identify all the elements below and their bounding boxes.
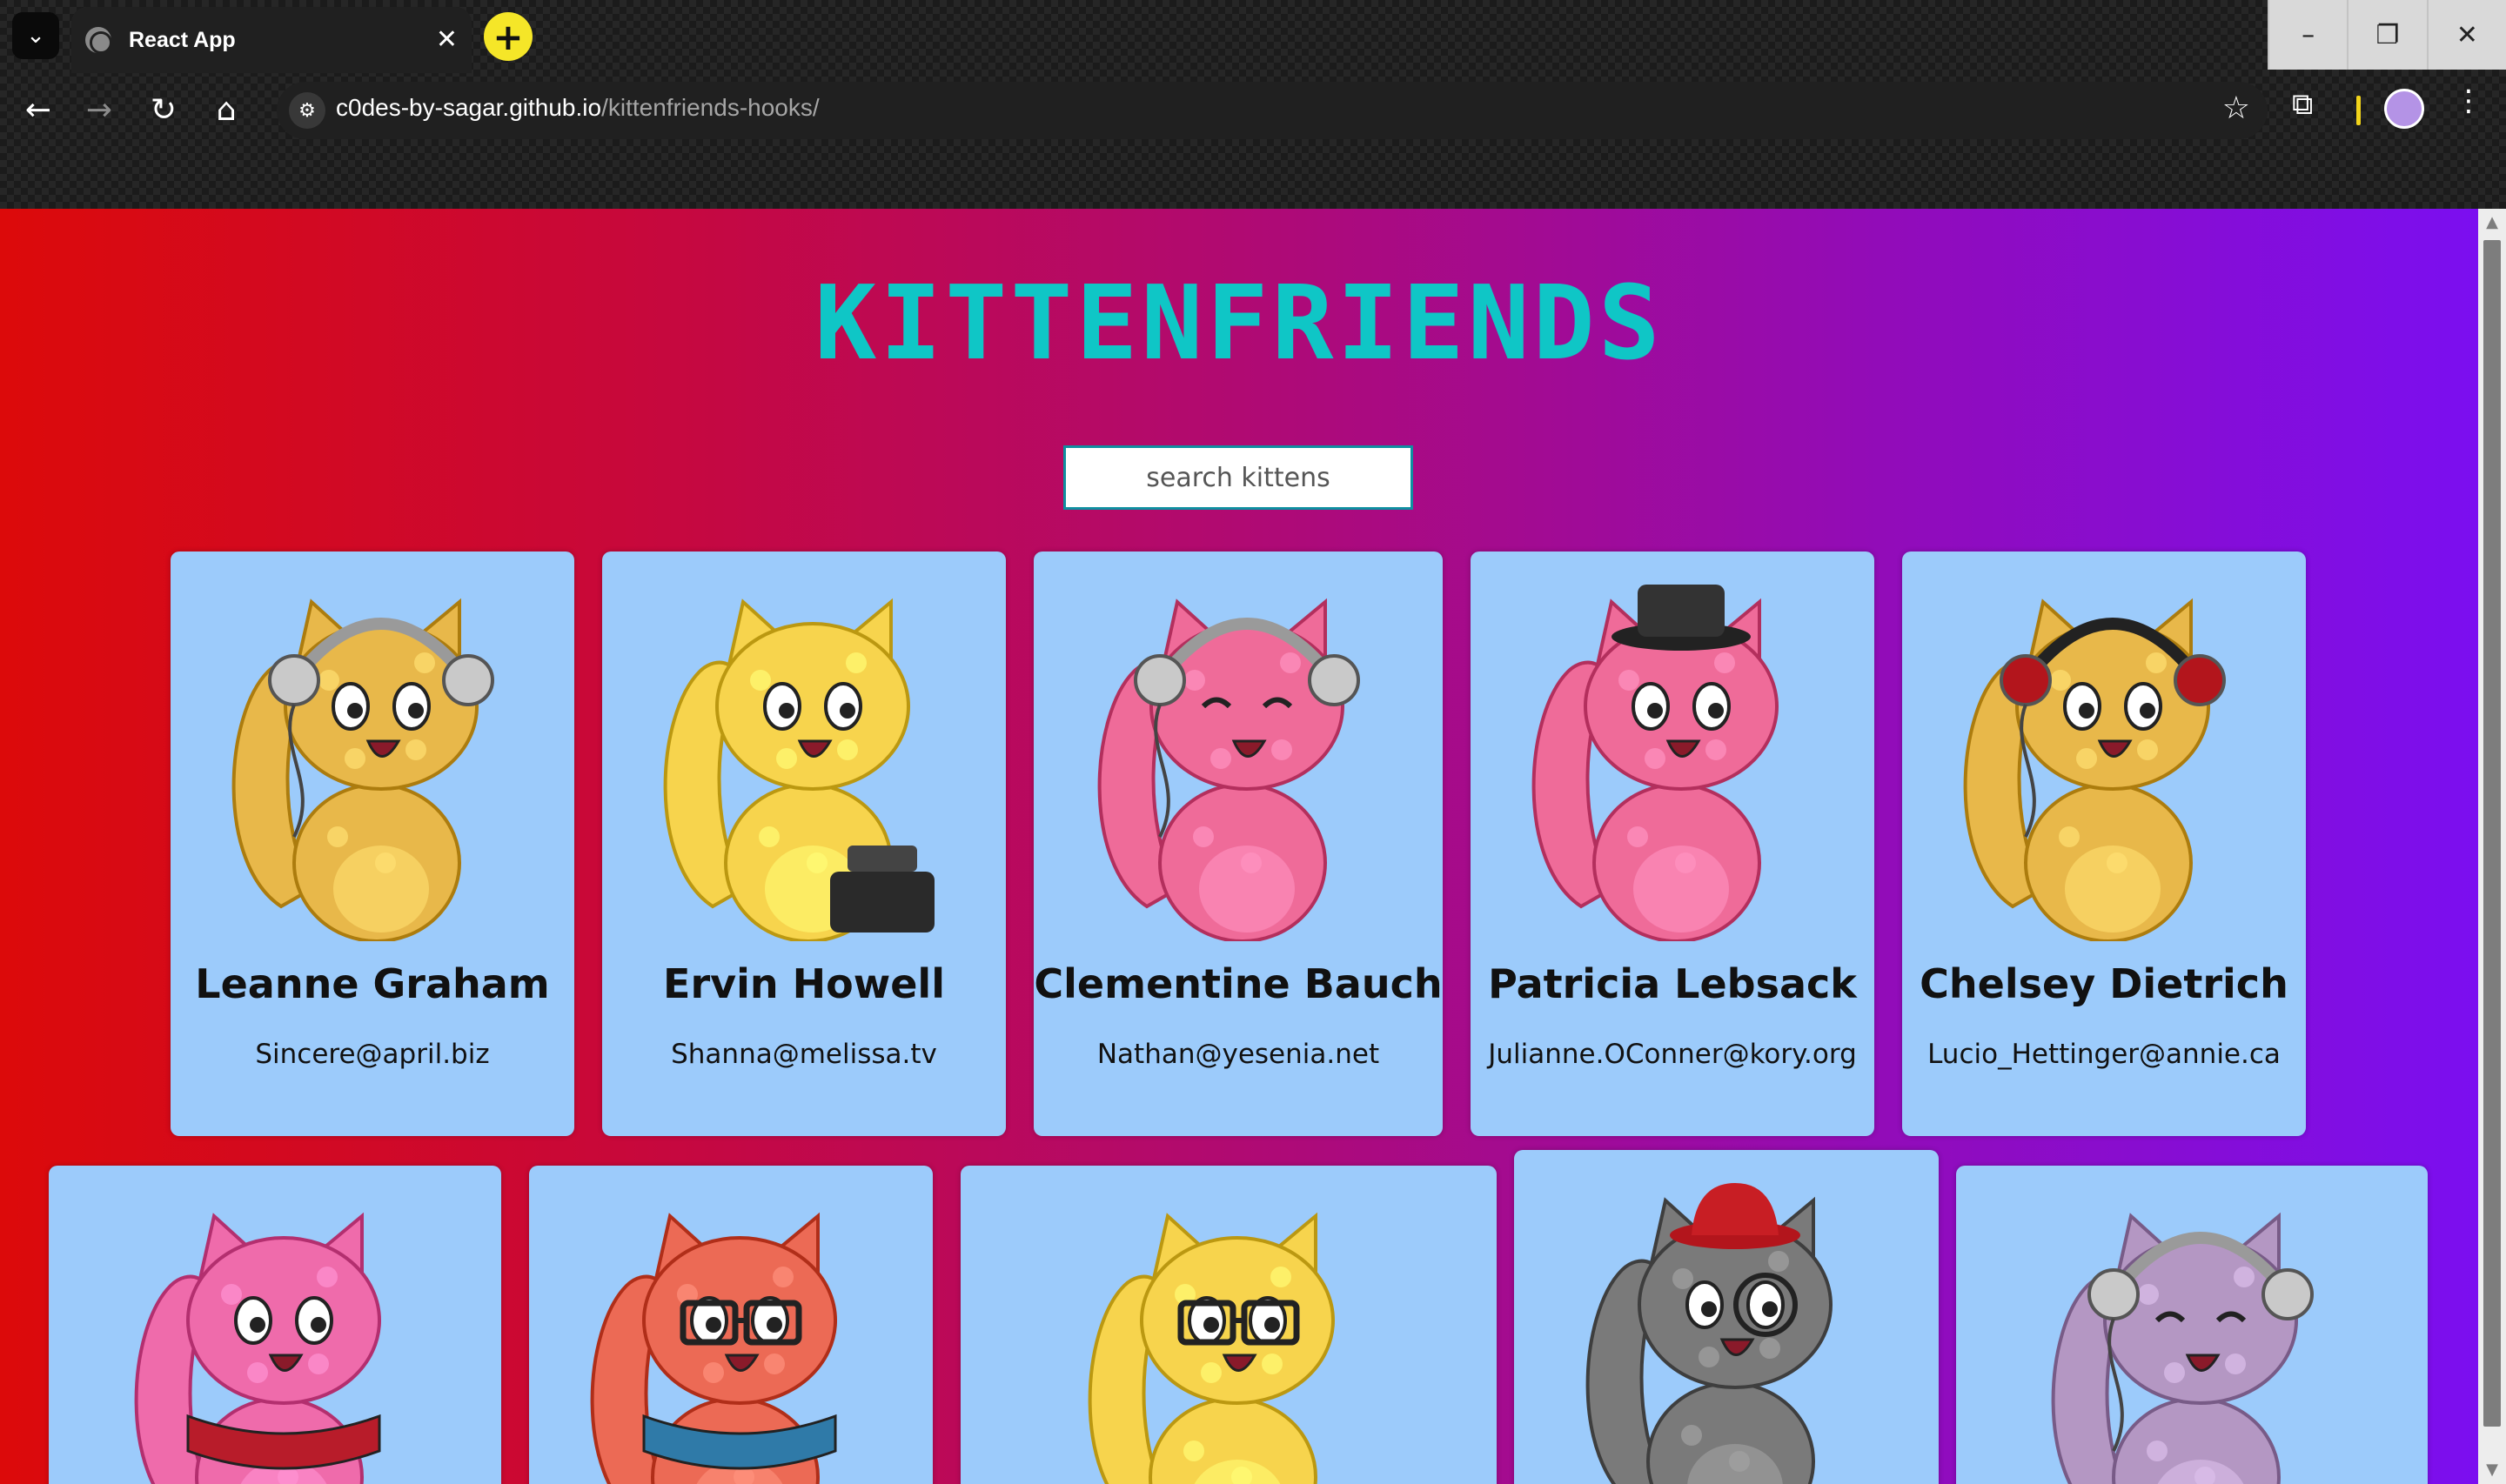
kitten-email: Shanna@melissa.tv <box>671 1039 937 1070</box>
extensions-icon[interactable]: ⧉ <box>2292 87 2313 122</box>
kitten-email: Sincere@april.biz <box>255 1039 490 1070</box>
scroll-up-icon[interactable]: ▲ <box>2478 209 2506 237</box>
kitten-card[interactable] <box>961 1166 1497 1484</box>
kitten-email: Lucio_Hettinger@annie.ca <box>1927 1039 2281 1070</box>
kitten-name: Clementine Bauch <box>1034 960 1443 1007</box>
kitten-avatar <box>231 598 494 941</box>
page-title: KITTENFRIENDS <box>814 263 1664 383</box>
profile-avatar[interactable] <box>2384 89 2424 129</box>
url-text[interactable]: c0des-by-sagar.github.io/kittenfriends-h… <box>336 94 820 122</box>
browser-toolbar: ← → ↻ ⌂ ⚙ c0des-by-sagar.github.io/kitte… <box>0 75 2506 144</box>
reload-icon[interactable]: ↻ <box>139 85 188 134</box>
minimize-icon[interactable]: – <box>2268 0 2347 70</box>
window-controls: – ❐ ✕ <box>2268 0 2506 70</box>
address-bar[interactable]: ⚙ c0des-by-sagar.github.io/kittenfriends… <box>277 82 2268 139</box>
scroll-thumb[interactable] <box>2483 240 2501 1427</box>
page-content: KITTENFRIENDS Leanne Graham Sincere@apri… <box>0 209 2478 1484</box>
kitten-avatar <box>1088 1212 1335 1484</box>
browser-tab[interactable]: React App ✕ <box>71 7 472 73</box>
kitten-name: Patricia Lebsack <box>1488 960 1857 1007</box>
kitten-card[interactable]: Chelsey Dietrich Lucio_Hettinger@annie.c… <box>1902 551 2306 1136</box>
site-settings-icon[interactable]: ⚙ <box>289 92 325 129</box>
tab-search-icon[interactable]: ⌄ <box>12 12 59 59</box>
kitten-name: Ervin Howell <box>663 960 945 1007</box>
toolbar-divider <box>2356 96 2361 125</box>
browser-chrome: ⌄ React App ✕ + – ❐ ✕ ← → ↻ ⌂ ⚙ c0des-by… <box>0 0 2506 209</box>
close-window-icon[interactable]: ✕ <box>2426 0 2506 70</box>
kitten-card[interactable] <box>529 1166 933 1484</box>
kitten-avatar <box>663 598 935 941</box>
kitten-card[interactable] <box>1956 1166 2428 1484</box>
kitten-avatar <box>2051 1212 2314 1484</box>
search-input[interactable] <box>1063 445 1413 510</box>
kitten-card[interactable] <box>49 1166 501 1484</box>
kitten-card[interactable] <box>1514 1150 1939 1484</box>
close-tab-icon[interactable]: ✕ <box>436 24 458 56</box>
kitten-name: Chelsey Dietrich <box>1920 960 2288 1007</box>
kitten-avatar <box>1531 585 1779 941</box>
back-icon[interactable]: ← <box>14 85 63 134</box>
kitten-avatar <box>134 1212 381 1484</box>
kitten-avatar <box>1585 1183 1833 1484</box>
restore-icon[interactable]: ❐ <box>2347 0 2426 70</box>
kitten-name: Leanne Graham <box>195 960 550 1007</box>
home-icon[interactable]: ⌂ <box>202 85 251 134</box>
tab-title: React App <box>129 27 236 52</box>
kitten-email: Julianne.OConner@kory.org <box>1488 1039 1857 1070</box>
kitten-card[interactable]: Ervin Howell Shanna@melissa.tv <box>602 551 1006 1136</box>
menu-icon[interactable]: ⋮ <box>2454 84 2483 118</box>
kitten-card[interactable]: Leanne Graham Sincere@april.biz <box>171 551 574 1136</box>
kitten-avatar <box>590 1212 837 1484</box>
new-tab-button[interactable]: + <box>484 12 533 61</box>
forward-icon[interactable]: → <box>75 85 124 134</box>
bookmark-star-icon[interactable]: ☆ <box>2222 90 2250 126</box>
kitten-email: Nathan@yesenia.net <box>1096 1039 1380 1070</box>
kitten-avatar <box>1963 598 2226 941</box>
scroll-down-icon[interactable]: ▼ <box>2478 1456 2506 1484</box>
kitten-avatar <box>1097 598 1360 941</box>
kitten-card[interactable]: Clementine Bauch Nathan@yesenia.net <box>1034 551 1443 1136</box>
kitten-card[interactable]: Patricia Lebsack Julianne.OConner@kory.o… <box>1471 551 1874 1136</box>
page-scrollbar[interactable]: ▲ ▼ <box>2478 209 2506 1484</box>
globe-icon <box>85 27 112 54</box>
